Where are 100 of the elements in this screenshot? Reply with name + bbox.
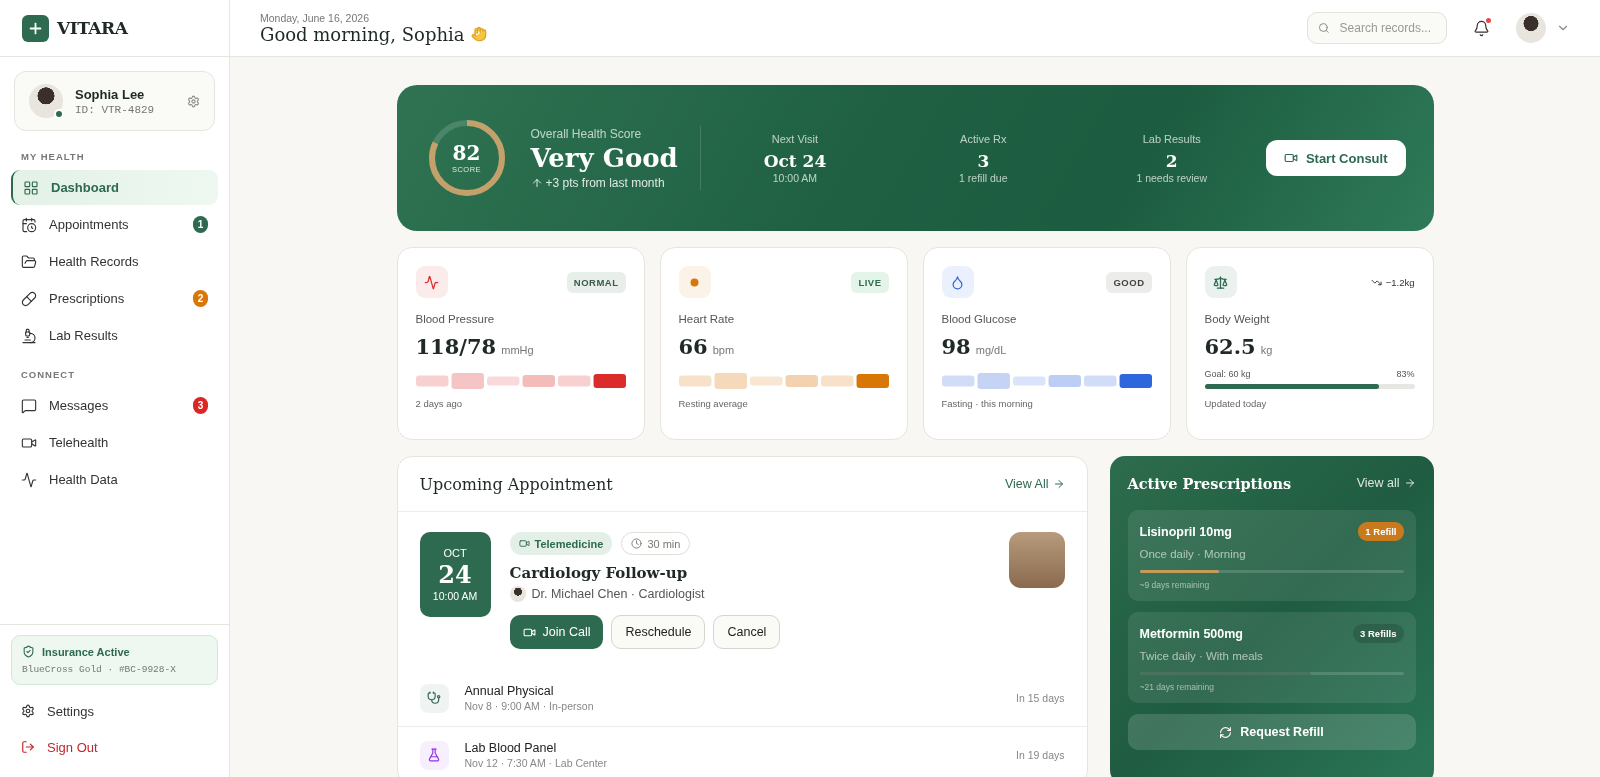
sign-out-link[interactable]: Sign Out: [11, 729, 218, 765]
count-badge: 2: [193, 290, 208, 307]
date-text: Monday, June 16, 2026: [260, 11, 370, 24]
status-badge: NORMAL: [566, 271, 626, 293]
nav-item[interactable]: Messages 3: [11, 388, 218, 423]
date-month: OCT: [443, 546, 467, 559]
start-consult-button[interactable]: Start Consult: [1265, 140, 1406, 176]
date-time: 10:00 AM: [432, 590, 478, 603]
refill-badge: 1 Refill: [1358, 522, 1404, 541]
row-detail: Nov 12 · 7:30 AM · Lab Center: [464, 757, 608, 769]
nav-item[interactable]: Telehealth: [11, 425, 218, 460]
insurance-detail: BlueCross Gold · #BC-9928-X: [22, 664, 177, 675]
row-when: In 19 days: [1016, 749, 1065, 761]
arrow-right-icon: [1403, 477, 1416, 489]
search-icon: [1318, 21, 1330, 35]
brand-name: VITARA: [57, 18, 128, 38]
avatar: [29, 84, 63, 118]
metric-note: Fasting · this morning: [941, 398, 1034, 409]
section-title: CONNECT: [20, 368, 76, 382]
request-refill-button[interactable]: Request Refill: [1127, 714, 1416, 750]
row-when: In 15 days: [1016, 692, 1065, 704]
date-day: 24: [438, 558, 472, 591]
nav-item[interactable]: Lab Results: [11, 318, 218, 353]
shield-check-icon: [22, 645, 35, 658]
join-call-button[interactable]: Join Call: [509, 615, 604, 649]
arrow-up-icon: [530, 176, 543, 189]
metric-unit: mmHg: [501, 344, 534, 356]
metric-unit: mg/dL: [975, 344, 1007, 356]
clock-icon: [631, 538, 643, 549]
pulse-line-icon: [21, 471, 37, 488]
metric-unit: bpm: [712, 344, 735, 356]
drug-schedule: Once daily · Morning: [1139, 548, 1247, 560]
settings-icon[interactable]: [187, 94, 200, 108]
stat-value: 3: [977, 150, 990, 171]
nav-item[interactable]: Health Data: [11, 462, 218, 497]
nav-item[interactable]: Prescriptions 2: [11, 281, 218, 316]
insurance-title: Insurance Active: [42, 645, 130, 658]
stat-value: 2: [1165, 150, 1178, 171]
metric-value: 118/78: [415, 334, 497, 359]
row-title: Annual Physical: [464, 684, 555, 698]
stat-label: Lab Results: [1142, 132, 1201, 145]
view-all-link[interactable]: View all: [1356, 476, 1416, 490]
days-remaining: ~9 days remaining: [1139, 580, 1211, 590]
folder-icon: [21, 253, 37, 270]
search-input[interactable]: Search records...: [1337, 20, 1436, 36]
goal-text: Goal: 60 kg: [1204, 369, 1251, 379]
settings-link[interactable]: Settings: [11, 693, 218, 729]
status-badge: LIVE: [851, 271, 889, 293]
metric-note: Updated today: [1204, 398, 1268, 409]
chat-bubble-icon: [21, 397, 37, 414]
metric-value: 66: [678, 334, 708, 359]
score-title: Overall Health Score: [530, 126, 643, 141]
stat-subtext: 1 refill due: [959, 171, 1008, 184]
video-camera-icon: [518, 538, 530, 549]
type-chip: Telemedicine: [509, 532, 613, 555]
calendar-clock-icon: [21, 216, 37, 233]
metric-value: 62.5: [1204, 334, 1256, 359]
refill-badge: 3 Refills: [1353, 624, 1404, 643]
logo-icon: [22, 14, 49, 42]
section-title: MY HEALTH: [20, 150, 86, 164]
nav-item[interactable]: Dashboard: [11, 170, 218, 205]
card-title: Active Prescriptions: [1127, 474, 1292, 492]
stat-label: Active Rx: [960, 132, 1007, 145]
action-button[interactable]: Reschedule: [611, 615, 706, 649]
pill-icon: [21, 290, 37, 307]
metric-unit: kg: [1260, 344, 1273, 356]
stat-subtext: 10:00 AM: [772, 171, 818, 184]
doctor-avatar: [509, 586, 526, 602]
scale-icon: [1204, 266, 1237, 298]
metric-note: 2 days ago: [415, 398, 463, 409]
percent-text: 83%: [1396, 369, 1415, 379]
view-all-link[interactable]: View All: [1004, 477, 1065, 491]
waving-hand-icon: [470, 26, 487, 42]
metric-value: 98: [941, 334, 971, 359]
stat-value: Oct 24: [763, 150, 827, 171]
row-detail: Nov 8 · 9:00 AM · In-person: [464, 700, 595, 712]
drug-name: Lisinopril 10mg: [1139, 524, 1232, 539]
refresh-icon: [1219, 725, 1233, 739]
search-field[interactable]: Search records...: [1307, 12, 1447, 44]
arrow-right-icon: [1052, 478, 1065, 490]
metric-label: Body Weight: [1204, 313, 1271, 325]
score-change: +3 pts from last month: [545, 175, 665, 190]
nav-item[interactable]: Health Records: [11, 244, 218, 279]
photo-placeholder: [1008, 532, 1065, 588]
nav-item[interactable]: Appointments 1: [11, 207, 218, 242]
grid-icon: [23, 179, 39, 196]
stat-label: Next Visit: [771, 132, 819, 145]
user-menu-button[interactable]: [1516, 13, 1570, 43]
droplet-icon: [941, 266, 974, 298]
metric-label: Heart Rate: [678, 313, 736, 325]
card-title: Upcoming Appointment: [419, 474, 613, 494]
video-camera-icon: [1283, 151, 1298, 165]
pulse-line-icon: [415, 266, 448, 298]
count-badge: 3: [193, 397, 208, 414]
count-badge: 1: [193, 216, 208, 233]
stat-subtext: 1 needs review: [1136, 171, 1207, 184]
action-button[interactable]: Cancel: [713, 615, 781, 649]
metric-note: Resting average: [678, 398, 749, 409]
doctor-name: Dr. Michael Chen · Cardiologist: [531, 587, 705, 601]
row-title: Lab Blood Panel: [464, 741, 558, 755]
